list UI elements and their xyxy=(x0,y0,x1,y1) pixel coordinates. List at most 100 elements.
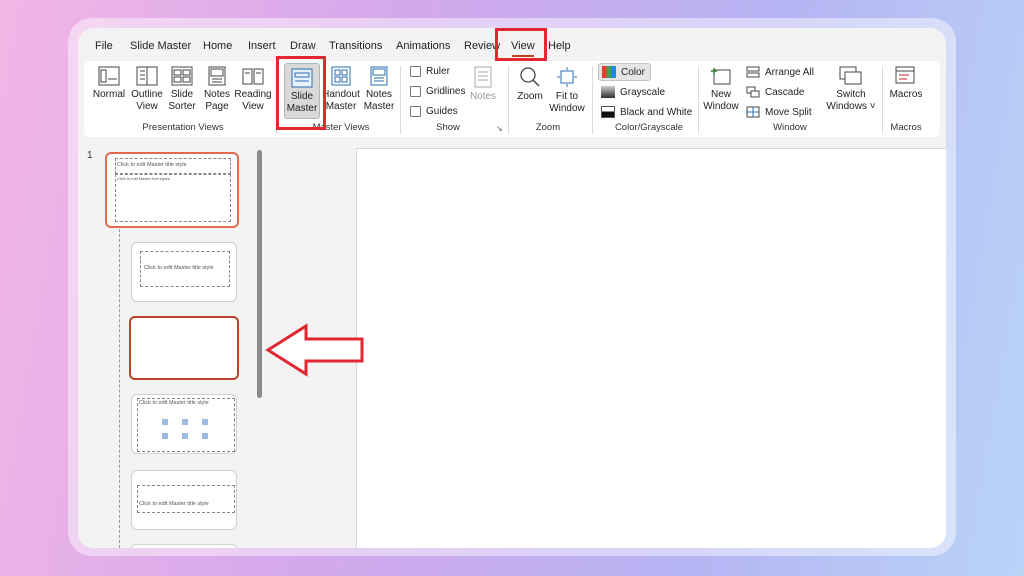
notes-master-label-1: Notes xyxy=(365,89,393,100)
zoom-button[interactable]: Zoom xyxy=(512,66,548,103)
outline-view-button[interactable]: Outline View xyxy=(128,66,166,113)
table-icon xyxy=(162,419,168,425)
notes-page-label-1: Notes xyxy=(203,89,231,100)
guides-label: Guides xyxy=(426,106,458,117)
switch-windows-icon xyxy=(839,66,862,85)
zoom-group-label: Zoom xyxy=(535,122,561,133)
handout-master-label-2: Master xyxy=(325,101,357,112)
thumb-body-text: Click to edit Master text styles xyxy=(117,176,170,181)
tab-draw[interactable]: Draw xyxy=(290,34,316,58)
color-button[interactable]: Color xyxy=(598,63,651,81)
fit-to-window-label-1: Fit to xyxy=(555,91,579,102)
notes-page-button[interactable]: Notes Page xyxy=(200,66,234,113)
handout-master-button[interactable]: Handout Master xyxy=(322,66,360,113)
picture-icon xyxy=(202,419,208,425)
tab-animations[interactable]: Animations xyxy=(396,34,450,58)
grayscale-icon xyxy=(601,86,615,98)
tab-help[interactable]: Help xyxy=(548,34,571,58)
tab-home[interactable]: Home xyxy=(203,34,232,58)
window-group-label: Window xyxy=(773,122,807,133)
ruler-label: Ruler xyxy=(426,66,450,77)
layout-thumbnail[interactable]: Click to edit Master title style xyxy=(131,470,237,530)
reading-view-icon xyxy=(242,68,264,85)
zoom-label: Zoom xyxy=(517,91,543,102)
switch-windows-button[interactable]: Switch Windows ˅ xyxy=(824,66,878,113)
blank-layout-thumbnail[interactable] xyxy=(129,316,239,380)
outline-view-label-1: Outline xyxy=(131,89,163,100)
tab-file[interactable]: File xyxy=(95,34,113,58)
content-placeholder xyxy=(115,174,231,222)
slide-canvas[interactable] xyxy=(356,148,946,548)
notes-icon xyxy=(474,66,492,88)
layout-thumbnail[interactable]: Click to edit Master title style xyxy=(131,394,237,454)
thumb-title-text: Click to edit Master title style xyxy=(139,400,209,406)
tab-transitions[interactable]: Transitions xyxy=(329,34,382,58)
chevron-down-icon: ˅ xyxy=(866,101,876,112)
macros-label: Macros xyxy=(889,89,923,100)
normal-view-button[interactable]: Normal xyxy=(92,66,126,101)
slide-number: 1 xyxy=(87,150,93,161)
guides-checkbox-box[interactable] xyxy=(410,106,421,117)
cascade-button[interactable]: Cascade xyxy=(746,86,804,98)
chart-icon xyxy=(182,419,188,425)
guides-checkbox[interactable]: Guides xyxy=(410,106,458,117)
arrange-all-label: Arrange All xyxy=(765,66,814,78)
grayscale-button[interactable]: Grayscale xyxy=(601,86,665,98)
macros-group-label: Macros xyxy=(890,122,922,133)
color-swatch-icon xyxy=(602,66,616,78)
slide-sorter-button[interactable]: Slide Sorter xyxy=(166,66,198,113)
black-and-white-label: Black and White xyxy=(620,106,693,118)
new-window-button[interactable]: New Window xyxy=(702,66,740,113)
gridlines-label: Gridlines xyxy=(426,86,466,97)
gridlines-checkbox-box[interactable] xyxy=(410,86,421,97)
gridlines-checkbox[interactable]: Gridlines xyxy=(410,86,465,97)
normal-view-icon xyxy=(98,66,120,86)
normal-view-label: Normal xyxy=(92,89,126,100)
layout-thumbnail[interactable]: Click to edit Master title style xyxy=(131,242,237,302)
tab-slide-master[interactable]: Slide Master xyxy=(130,34,191,58)
slide-sorter-icon xyxy=(171,66,193,86)
move-split-label: Move Split xyxy=(765,106,812,118)
switch-windows-label-1: Switch xyxy=(836,89,866,100)
handout-master-label-1: Handout xyxy=(322,89,360,100)
slide-sorter-label-1: Slide xyxy=(170,89,194,100)
group-separator xyxy=(698,66,699,134)
ruler-checkbox-box[interactable] xyxy=(410,66,421,77)
ruler-checkbox[interactable]: Ruler xyxy=(410,66,450,77)
fit-to-window-button[interactable]: Fit to Window xyxy=(548,66,586,115)
tab-insert[interactable]: Insert xyxy=(248,34,276,58)
fit-to-window-icon xyxy=(557,67,577,87)
color-grayscale-group-label: Color/Grayscale xyxy=(614,122,684,133)
notes-label: Notes xyxy=(469,91,497,102)
thumb-title-text: Click to edit Master title style xyxy=(139,501,209,507)
content-placeholder xyxy=(137,398,235,452)
magnifier-icon xyxy=(520,67,540,87)
reading-view-label-2: View xyxy=(242,101,264,112)
black-and-white-button[interactable]: Black and White xyxy=(601,106,692,118)
macros-button[interactable]: Macros xyxy=(886,66,926,101)
arrange-all-button[interactable]: Arrange All xyxy=(746,66,814,78)
outline-view-icon xyxy=(136,66,158,86)
dialog-launcher-icon[interactable]: ↘ xyxy=(496,124,503,133)
move-split-button[interactable]: Move Split xyxy=(746,106,812,118)
video-icon xyxy=(182,433,188,439)
layout-connector-line xyxy=(119,224,120,548)
show-group-label: Show xyxy=(436,122,460,133)
layout-thumbnail[interactable] xyxy=(131,544,237,548)
notes-button[interactable]: Notes xyxy=(466,66,500,103)
notes-master-label-2: Master xyxy=(363,101,395,112)
group-separator xyxy=(400,66,401,134)
notes-master-icon xyxy=(370,66,388,86)
group-separator xyxy=(592,66,593,134)
outline-view-label-2: View xyxy=(136,101,158,112)
master-slide-thumbnail[interactable]: Click to edit Master title style Click t… xyxy=(105,152,239,228)
view-tab-highlight xyxy=(495,28,547,61)
notes-master-button[interactable]: Notes Master xyxy=(362,66,396,113)
new-window-label-2: Window xyxy=(703,101,739,112)
reading-view-button[interactable]: Reading View xyxy=(234,66,272,113)
new-window-label-1: New xyxy=(710,89,731,100)
thumb-title-text: Click to edit Master title style xyxy=(144,265,214,271)
powerpoint-window: File Slide Master Home Insert Draw Trans… xyxy=(78,28,946,548)
notes-page-label-2: Page xyxy=(205,101,229,112)
thumbnail-scrollbar[interactable] xyxy=(257,150,262,398)
